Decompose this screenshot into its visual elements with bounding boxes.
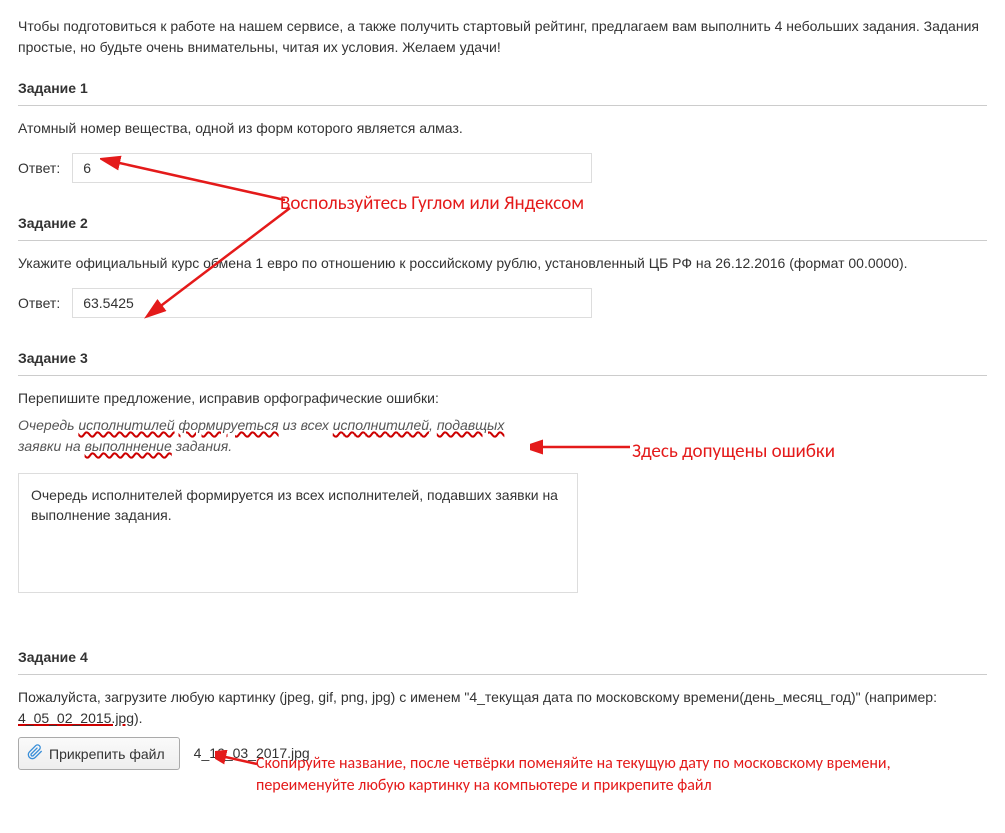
task1-answer-label: Ответ: — [18, 158, 60, 179]
task1-answer-row: Ответ: — [18, 153, 987, 183]
attach-file-button[interactable]: Прикрепить файл — [18, 737, 180, 770]
task2-answer-input[interactable] — [72, 288, 592, 318]
arrow-icon — [530, 432, 635, 456]
annotation-search-hint: Воспользуйтесь Гуглом или Яндексом — [280, 190, 584, 219]
attach-file-label: Прикрепить файл — [49, 746, 165, 762]
task4-example-filename: 4_05_02_2015.jpg — [18, 710, 134, 726]
task2-answer-row: Ответ: — [18, 288, 987, 318]
task4-title: Задание 4 — [18, 647, 987, 675]
task2-answer-label: Ответ: — [18, 293, 60, 314]
intro-text: Чтобы подготовиться к работе на нашем се… — [18, 16, 987, 58]
annotation-rename-hint: Скопируйте название, после четвёрки поме… — [256, 753, 976, 796]
task3-prompt: Перепишите предложение, исправив орфогра… — [18, 388, 987, 409]
task1-prompt: Атомный номер вещества, одной из форм ко… — [18, 118, 987, 139]
task3-answer-textarea[interactable] — [18, 473, 578, 593]
task3-title: Задание 3 — [18, 348, 987, 376]
task2-prompt: Укажите официальный курс обмена 1 евро п… — [18, 253, 987, 274]
task1-title: Задание 1 — [18, 78, 987, 106]
task3-italic-sentence: Очередь исполнитилей формируеться из все… — [18, 415, 504, 457]
task1-answer-input[interactable] — [72, 153, 592, 183]
paperclip-icon — [27, 744, 43, 763]
task4-description: Пожалуйста, загрузите любую картинку (jp… — [18, 687, 987, 729]
annotation-errors-hint: Здесь допущены ошибки — [632, 438, 835, 467]
